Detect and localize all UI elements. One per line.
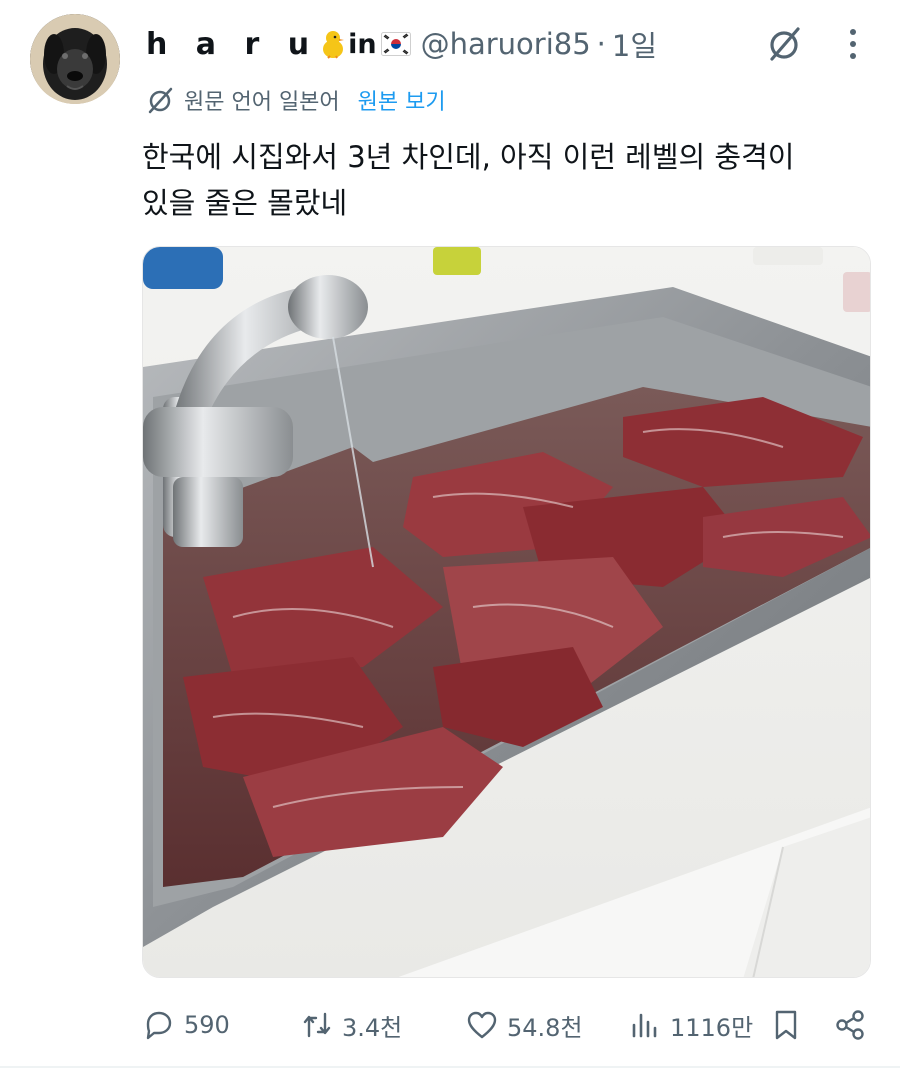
- reply-icon: [146, 1011, 172, 1040]
- more-vertical-icon[interactable]: [842, 26, 864, 62]
- avatar[interactable]: [30, 14, 120, 104]
- post-text-line: 있을 줄은 몰랐네: [142, 186, 348, 220]
- bookmark-button[interactable]: [770, 1000, 802, 1050]
- separator-dot: ·: [596, 27, 606, 61]
- repost-count: 3.4천: [342, 1013, 403, 1042]
- grok-icon[interactable]: [766, 25, 804, 63]
- post-text-line: 한국에 시집와서 3년 차인데, 아직 이런 레벨의 충격이: [142, 140, 795, 174]
- views-count: 1116만: [670, 1013, 754, 1042]
- action-bar: 590 3.4천 54.8천 1116만: [0, 1000, 900, 1050]
- post-photo[interactable]: [142, 246, 871, 978]
- like-count: 54.8천: [507, 1013, 583, 1042]
- sink-with-meat-image: [143, 247, 870, 977]
- dog-avatar-image: [30, 14, 120, 104]
- bookmark-icon: [775, 1010, 797, 1040]
- translate-icon: [148, 87, 173, 114]
- like-button[interactable]: 54.8천: [465, 1000, 583, 1050]
- reply-button[interactable]: 590: [142, 1000, 230, 1050]
- post-text: 한국에 시집와서 3년 차인데, 아직 이런 레벨의 충격이 있을 줄은 몰랐네: [142, 134, 882, 226]
- korea-flag-icon: [380, 32, 411, 56]
- share-button[interactable]: [834, 1000, 866, 1050]
- repost-button[interactable]: 3.4천: [300, 1000, 402, 1050]
- translation-note: 원문 언어 일본어: [184, 90, 340, 115]
- reply-count: 590: [184, 1011, 230, 1039]
- views-button[interactable]: 1116만: [628, 1000, 753, 1050]
- display-name[interactable]: h a r u: [146, 27, 318, 62]
- repost-icon: [303, 1012, 331, 1038]
- show-original-link[interactable]: 원본 보기: [358, 84, 446, 116]
- heart-icon: [467, 1011, 497, 1039]
- views-chart-icon: [632, 1013, 657, 1038]
- user-handle[interactable]: @haruori85: [421, 27, 591, 61]
- post-time[interactable]: 1일: [612, 23, 657, 65]
- post-header: h a r u in @haruori85 · 1일: [146, 22, 657, 66]
- share-icon: [836, 1010, 864, 1040]
- name-suffix: in: [348, 28, 377, 60]
- chick-emoji-icon: [323, 31, 345, 59]
- translation-row: 원문 언어 일본어 원본 보기: [146, 80, 446, 120]
